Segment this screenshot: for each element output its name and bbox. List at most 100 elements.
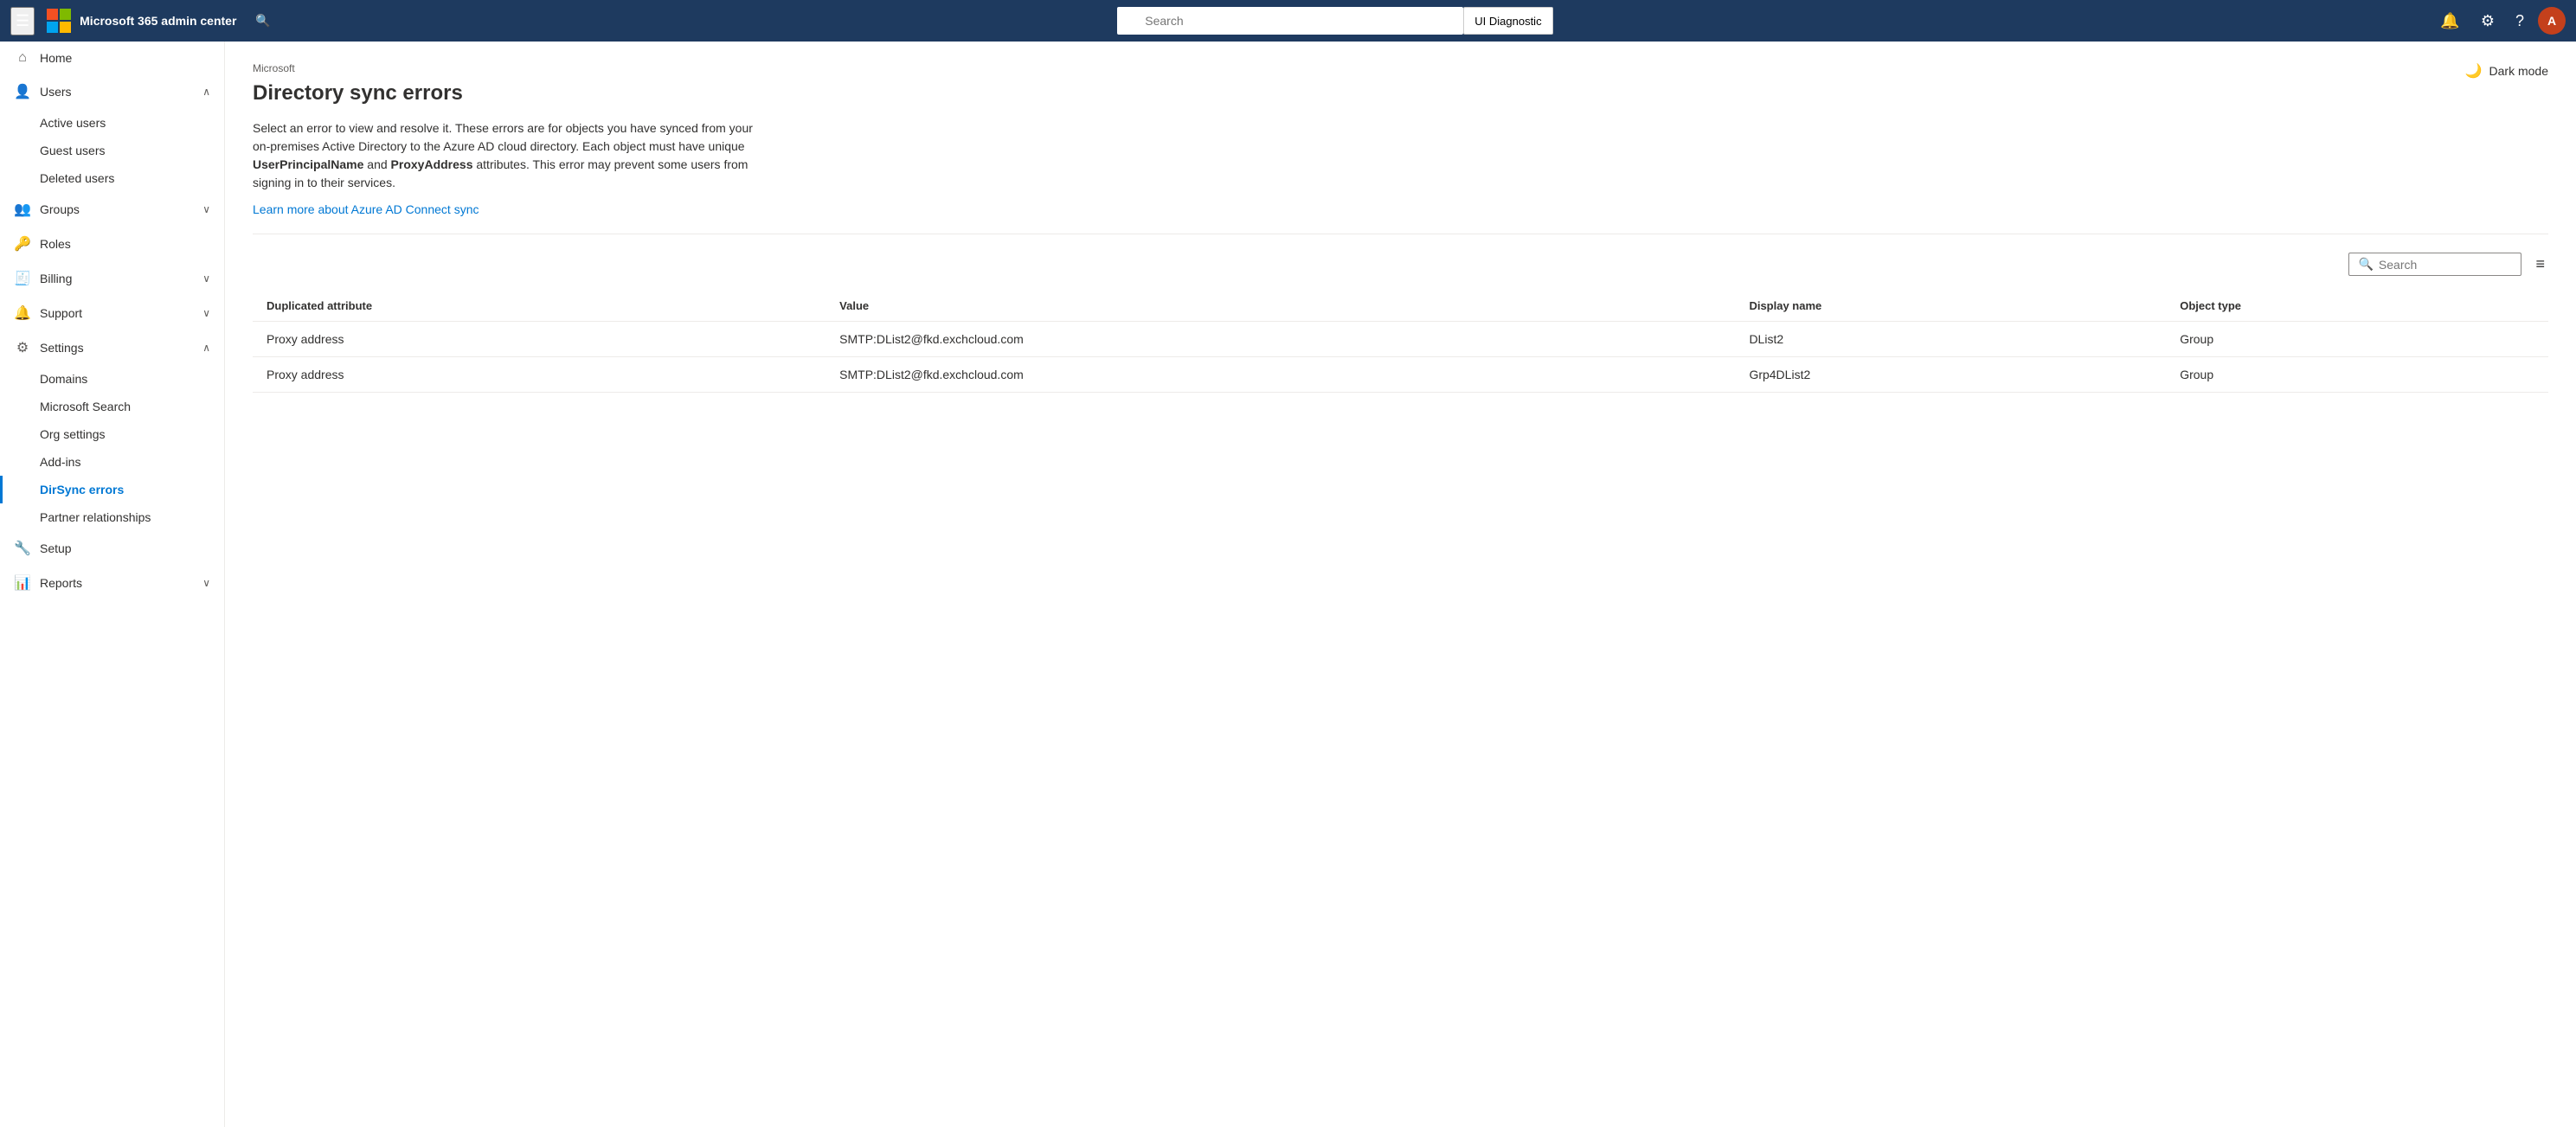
sidebar-label-reports: Reports — [40, 576, 194, 590]
cell-display_name: Grp4DList2 — [1735, 357, 2166, 393]
sidebar-item-guest-users[interactable]: Guest users — [0, 137, 224, 164]
add-ins-label: Add-ins — [40, 455, 80, 469]
cell-duplicated_attribute: Proxy address — [253, 322, 825, 357]
table-row[interactable]: Proxy addressSMTP:DList2@fkd.exchcloud.c… — [253, 322, 2548, 357]
sidebar-label-roles: Roles — [40, 237, 210, 251]
setup-icon: 🔧 — [14, 540, 31, 557]
table-toolbar: 🔍 ≡ — [253, 252, 2548, 277]
support-chevron-icon: ∨ — [202, 307, 210, 319]
deleted-users-label: Deleted users — [40, 171, 114, 185]
chevron-up-icon: ∧ — [202, 86, 210, 98]
col-object-type: Object type — [2166, 291, 2548, 322]
sidebar-item-billing[interactable]: 🧾 Billing ∨ — [0, 261, 224, 296]
settings-button[interactable]: ⚙ — [2474, 9, 2502, 34]
home-icon: ⌂ — [14, 50, 31, 66]
search-icon: 🔍 — [255, 14, 270, 29]
cell-object_type: Group — [2166, 322, 2548, 357]
sidebar-item-settings[interactable]: ⚙ Settings ∧ — [0, 330, 224, 365]
desc-bold-2: ProxyAddress — [391, 157, 473, 171]
ui-diagnostic-button[interactable]: UI Diagnostic — [1463, 7, 1552, 35]
table-row[interactable]: Proxy addressSMTP:DList2@fkd.exchcloud.c… — [253, 357, 2548, 393]
sidebar-item-deleted-users[interactable]: Deleted users — [0, 164, 224, 192]
table-search-icon: 🔍 — [2358, 257, 2373, 272]
table-search-input[interactable] — [2379, 258, 2509, 272]
dark-mode-label: Dark mode — [2489, 64, 2548, 78]
cell-display_name: DList2 — [1735, 322, 2166, 357]
partner-relationships-label: Partner relationships — [40, 510, 151, 524]
sidebar-item-roles[interactable]: 🔑 Roles — [0, 227, 224, 261]
domains-label: Domains — [40, 372, 87, 386]
sidebar-label-groups: Groups — [40, 202, 194, 216]
cell-value: SMTP:DList2@fkd.exchcloud.com — [825, 322, 1735, 357]
roles-icon: 🔑 — [14, 235, 31, 253]
settings-chevron-up-icon: ∧ — [202, 342, 210, 354]
sidebar-item-reports[interactable]: 📊 Reports ∨ — [0, 566, 224, 600]
app-title: Microsoft 365 admin center — [80, 14, 236, 28]
sidebar-label-users: Users — [40, 85, 194, 99]
microsoft-search-label: Microsoft Search — [40, 400, 131, 413]
search-input[interactable] — [1117, 7, 1463, 35]
guest-users-label: Guest users — [40, 144, 105, 157]
cell-value: SMTP:DList2@fkd.exchcloud.com — [825, 357, 1735, 393]
chevron-down-icon: ∨ — [202, 203, 210, 215]
billing-chevron-icon: ∨ — [202, 272, 210, 285]
reports-chevron-icon: ∨ — [202, 577, 210, 589]
groups-icon: 👥 — [14, 201, 31, 218]
help-button[interactable]: ? — [2509, 9, 2531, 34]
learn-more-link[interactable]: Learn more about Azure AD Connect sync — [253, 202, 479, 216]
dirsync-errors-label: DirSync errors — [40, 483, 124, 496]
sidebar-item-partner-relationships[interactable]: Partner relationships — [0, 503, 224, 531]
sidebar-item-microsoft-search[interactable]: Microsoft Search — [0, 393, 224, 420]
col-value: Value — [825, 291, 1735, 322]
sidebar-label-setup: Setup — [40, 541, 210, 555]
billing-icon: 🧾 — [14, 270, 31, 287]
dark-mode-toggle[interactable]: 🌙 Dark mode — [2465, 62, 2548, 80]
data-table: Duplicated attribute Value Display name … — [253, 291, 2548, 393]
sidebar-label-settings: Settings — [40, 341, 194, 355]
org-settings-label: Org settings — [40, 427, 105, 441]
sidebar-label-home: Home — [40, 51, 210, 65]
sidebar-label-support: Support — [40, 306, 194, 320]
cell-duplicated_attribute: Proxy address — [253, 357, 825, 393]
desc-text-1: Select an error to view and resolve it. … — [253, 121, 753, 153]
col-display-name: Display name — [1735, 291, 2166, 322]
sidebar-item-domains[interactable]: Domains — [0, 365, 224, 393]
moon-icon: 🌙 — [2465, 62, 2483, 80]
search-wrapper: 🔍 UI Diagnostic — [247, 7, 2423, 35]
table-header: Duplicated attribute Value Display name … — [253, 291, 2548, 322]
sidebar-item-setup[interactable]: 🔧 Setup — [0, 531, 224, 566]
col-duplicated-attribute: Duplicated attribute — [253, 291, 825, 322]
table-body: Proxy addressSMTP:DList2@fkd.exchcloud.c… — [253, 322, 2548, 393]
sidebar-label-billing: Billing — [40, 272, 194, 285]
desc-text-2: and — [363, 157, 390, 171]
sidebar-item-groups[interactable]: 👥 Groups ∨ — [0, 192, 224, 227]
users-icon: 👤 — [14, 83, 31, 100]
support-icon: 🔔 — [14, 304, 31, 322]
app-logo: Microsoft 365 admin center — [45, 7, 236, 35]
avatar[interactable]: A — [2538, 7, 2566, 35]
settings-icon: ⚙ — [14, 339, 31, 356]
sidebar: ⌂ Home 👤 Users ∧ Active users Guest user… — [0, 42, 225, 1127]
sidebar-item-add-ins[interactable]: Add-ins — [0, 448, 224, 476]
reports-icon: 📊 — [14, 574, 31, 592]
sidebar-item-active-users[interactable]: Active users — [0, 109, 224, 137]
sidebar-item-home[interactable]: ⌂ Home — [0, 42, 224, 74]
sidebar-item-org-settings[interactable]: Org settings — [0, 420, 224, 448]
active-users-label: Active users — [40, 116, 106, 130]
notifications-button[interactable]: 🔔 — [2433, 9, 2466, 34]
app-body: ⌂ Home 👤 Users ∧ Active users Guest user… — [0, 42, 2576, 1127]
hamburger-button[interactable]: ☰ — [10, 7, 35, 35]
topbar-right: 🔔 ⚙ ? A — [2433, 7, 2566, 35]
sidebar-item-dirsync-errors[interactable]: DirSync errors — [0, 476, 224, 503]
page-title: Directory sync errors — [253, 81, 2548, 106]
table-search-wrapper: 🔍 — [2348, 253, 2521, 276]
table-filter-button[interactable]: ≡ — [2532, 252, 2548, 277]
cell-object_type: Group — [2166, 357, 2548, 393]
topbar: ☰ Microsoft 365 admin center 🔍 UI Diagno… — [0, 0, 2576, 42]
sidebar-item-users[interactable]: 👤 Users ∧ — [0, 74, 224, 109]
sidebar-item-support[interactable]: 🔔 Support ∨ — [0, 296, 224, 330]
main-area: 🌙 Dark mode Microsoft Directory sync err… — [225, 42, 2576, 1127]
desc-bold-1: UserPrincipalName — [253, 157, 363, 171]
page-description: Select an error to view and resolve it. … — [253, 119, 772, 192]
logo-icon — [45, 7, 73, 35]
